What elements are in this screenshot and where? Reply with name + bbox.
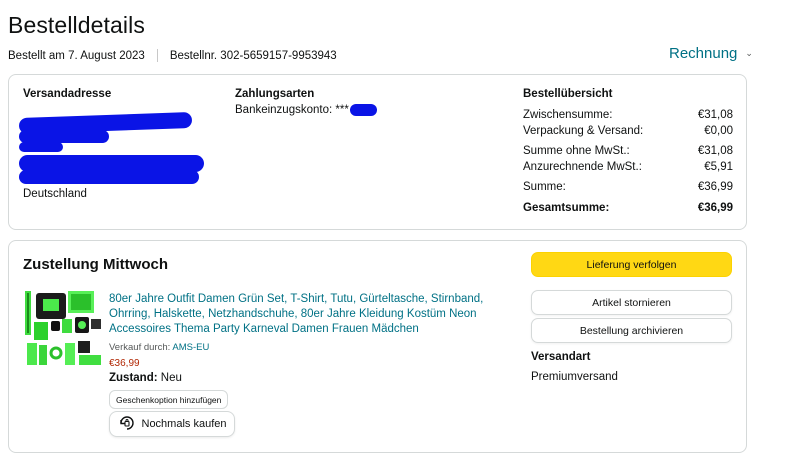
summary-label: Summe:	[523, 181, 566, 193]
buy-again-icon	[118, 414, 136, 435]
condition-label: Zustand:	[109, 372, 158, 384]
condition-value: Neu	[160, 372, 182, 384]
invoice-label: Rechnung	[669, 45, 738, 62]
summary-value: €31,08	[697, 109, 733, 121]
delivery-card: Zustellung Mittwoch 80er Jahre Outfit Da…	[8, 240, 747, 453]
payment-method: Bankeinzugskonto: ***	[235, 104, 349, 116]
shipping-country: Deutschland	[23, 188, 87, 200]
summary-row-subtotal: Zwischensumme: €31,08	[523, 109, 733, 125]
summary-label: Verpackung & Versand:	[523, 125, 644, 137]
summary-value: €31,08	[697, 145, 733, 157]
redacted-address-line	[19, 142, 63, 152]
summary-row-vat: Anzurechnende MwSt.: €5,91	[523, 161, 733, 177]
summary-value: €0,00	[704, 125, 733, 137]
summary-label: Gesamtsumme:	[523, 202, 610, 214]
archive-order-button[interactable]: Bestellung archivieren	[531, 318, 732, 343]
buy-again-button[interactable]: Nochmals kaufen	[109, 411, 235, 437]
order-date: Bestellt am 7. August 2023	[8, 49, 145, 62]
seller-prefix: Verkauf durch:	[109, 342, 171, 353]
seller-info: Verkauf durch: AMS-EU	[109, 342, 209, 353]
cancel-items-button[interactable]: Artikel stornieren	[531, 290, 732, 315]
chevron-down-icon: ⌄	[745, 48, 753, 58]
summary-row-shipping: Verpackung & Versand: €0,00	[523, 125, 733, 141]
redacted-address-line	[19, 170, 199, 184]
track-package-button[interactable]: Lieferung verfolgen	[531, 252, 732, 277]
order-summary-heading: Bestellübersicht	[523, 88, 613, 100]
summary-row-total: Gesamtsumme: €36,99	[523, 202, 733, 218]
order-summary: Bestellübersicht Zwischensumme: €31,08 V…	[523, 88, 733, 218]
summary-value: €36,99	[697, 202, 733, 214]
product-title-link[interactable]: 80er Jahre Outfit Damen Grün Set, T-Shir…	[109, 292, 499, 337]
shipping-address-heading: Versandadresse	[23, 88, 112, 100]
item-price: €36,99	[109, 358, 140, 369]
order-number: Bestellnr. 302-5659157-9953943	[169, 49, 337, 62]
seller-link[interactable]: AMS-EU	[172, 342, 209, 353]
item-condition: Zustand: Neu	[109, 372, 182, 384]
payment-heading: Zahlungsarten	[235, 88, 315, 100]
gift-option-label: Geschenkoption hinzufügen	[116, 394, 222, 405]
summary-label: Zwischensumme:	[523, 109, 613, 121]
order-info-card: Versandadresse Deutschland Zahlungsarten…	[8, 74, 747, 230]
buy-again-label: Nochmals kaufen	[141, 418, 227, 430]
meta-divider	[156, 49, 158, 62]
product-image[interactable]	[23, 289, 105, 371]
shipping-method-heading: Versandart	[531, 351, 591, 363]
invoice-dropdown[interactable]: Rechnung ⌄	[669, 45, 753, 62]
summary-row-sum: Summe: €36,99	[523, 181, 733, 197]
shipping-method-value: Premiumversand	[531, 371, 618, 383]
cancel-items-label: Artikel stornieren	[592, 296, 671, 309]
summary-row-net: Summe ohne MwSt.: €31,08	[523, 145, 733, 161]
page-title: Bestelldetails	[8, 12, 145, 38]
order-meta: Bestellt am 7. August 2023 Bestellnr. 30…	[8, 49, 337, 62]
summary-label: Anzurechnende MwSt.:	[523, 161, 642, 173]
summary-label: Summe ohne MwSt.:	[523, 145, 630, 157]
summary-value: €5,91	[704, 161, 733, 173]
delivery-heading: Zustellung Mittwoch	[23, 256, 168, 273]
add-gift-option-button[interactable]: Geschenkoption hinzufügen	[109, 390, 229, 409]
archive-order-label: Bestellung archivieren	[579, 324, 684, 337]
summary-value: €36,99	[697, 181, 733, 193]
redacted-account-number	[350, 104, 377, 116]
track-package-label: Lieferung verfolgen	[586, 258, 677, 271]
